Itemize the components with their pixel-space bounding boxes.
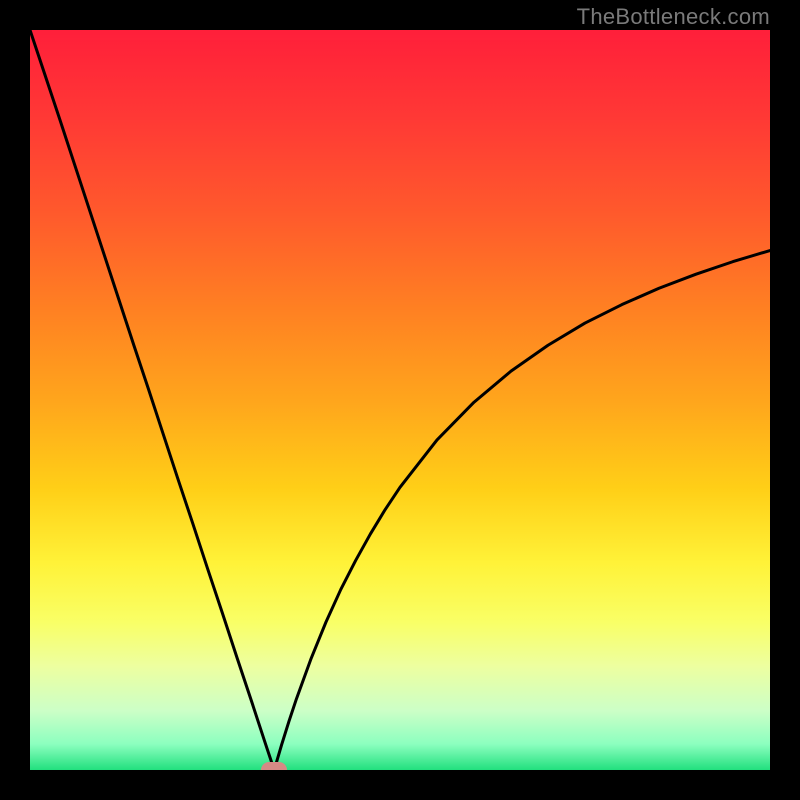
watermark-text: TheBottleneck.com xyxy=(577,4,770,30)
bottleneck-curve xyxy=(30,30,770,770)
chart-frame: TheBottleneck.com xyxy=(0,0,800,800)
plot-area xyxy=(30,30,770,770)
optimal-point-marker xyxy=(261,762,287,770)
